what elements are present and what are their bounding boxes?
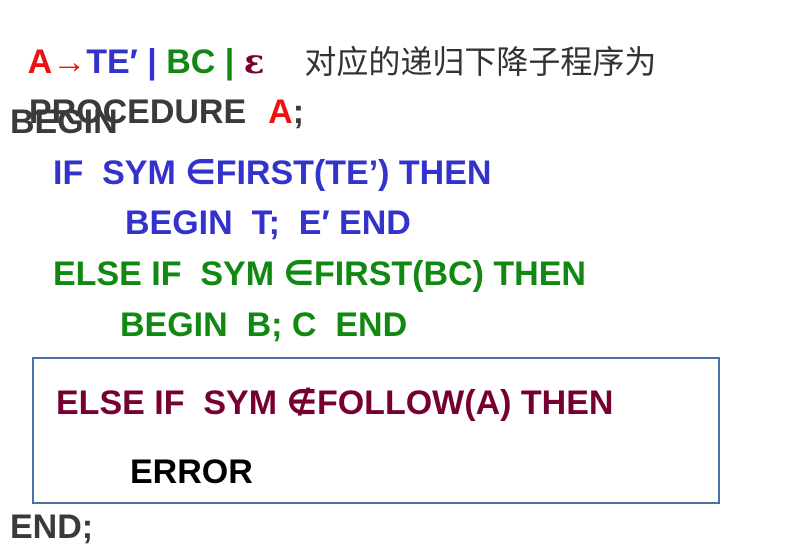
procedure-name: A bbox=[268, 93, 293, 131]
if-body-line: BEGIN T; E′ END bbox=[125, 204, 411, 242]
production-line: A→TE′ | BC | ε 对应的递归下降子程序为 bbox=[10, 2, 657, 82]
end-line: END; bbox=[10, 508, 94, 546]
begin-line: BEGIN bbox=[10, 103, 118, 141]
elseif-follow-line: ELSE IF SYM ∉FOLLOW(A) THEN bbox=[56, 384, 614, 422]
production-caption: 对应的递归下降子程序为 bbox=[304, 43, 657, 81]
procedure-terminator: ; bbox=[292, 93, 305, 131]
elseif-first-bc-line: ELSE IF SYM ∈FIRST(BC) THEN bbox=[53, 255, 586, 293]
procedure-line: PROCEDURE A; bbox=[10, 52, 304, 131]
elseif-body-line: BEGIN B; C END bbox=[120, 306, 408, 344]
error-line: ERROR bbox=[130, 453, 253, 491]
if-first-te-line: IF SYM ∈FIRST(TE’) THEN bbox=[53, 154, 492, 192]
